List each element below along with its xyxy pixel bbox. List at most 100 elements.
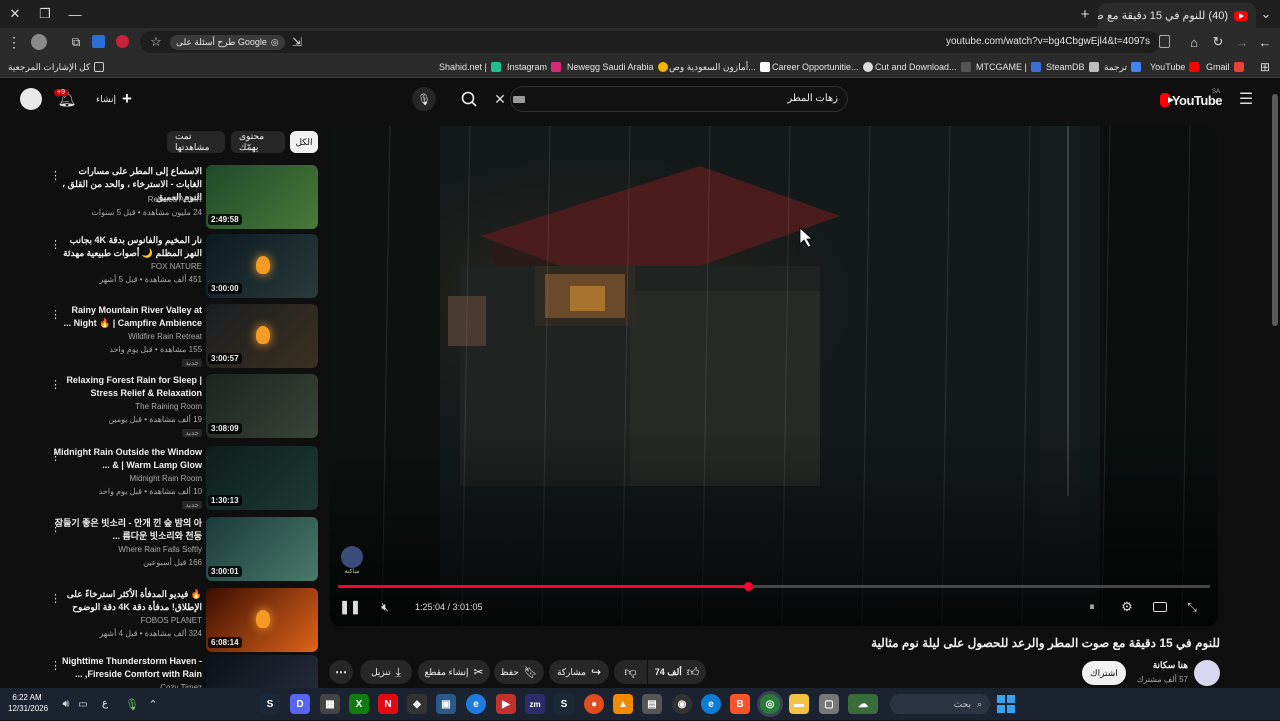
keyboard-icon[interactable] xyxy=(513,96,525,103)
subscribe-button[interactable]: اشتراك xyxy=(1082,661,1126,685)
bookmark-steamdb[interactable]: SteamDB xyxy=(1046,56,1099,78)
channel-name[interactable]: هنا سكانة xyxy=(1120,660,1188,671)
save-button[interactable]: حفظ 🔖︎ xyxy=(494,660,544,684)
channel-name[interactable]: The Raining Room xyxy=(52,402,202,411)
microphone-tray-icon[interactable]: 🎙︎ xyxy=(125,697,139,711)
forward-icon[interactable]: → xyxy=(1234,34,1250,50)
more-options-icon[interactable]: ⋮ xyxy=(50,378,61,391)
url-text[interactable]: youtube.com/watch?v=bg4CbgwEjl4&t=4097s xyxy=(900,36,1150,47)
browser-tab[interactable]: (40) للنوم في 15 دقيقة مع صوت... ✕ xyxy=(1098,3,1256,28)
extension-red-icon[interactable] xyxy=(116,35,129,48)
create-button[interactable]: إنشاء + xyxy=(96,89,132,108)
chip-all[interactable]: الكل xyxy=(290,131,318,153)
bookmark-newegg[interactable]: Newegg Saudi Arabia xyxy=(567,56,668,78)
search-input[interactable]: زهات المطر xyxy=(600,93,838,104)
dislike-button[interactable]: 👎︎ xyxy=(614,660,647,684)
extension-blue-icon[interactable] xyxy=(92,35,105,48)
like-button[interactable]: 74 ألف 👍︎ xyxy=(648,660,706,684)
fullscreen-icon[interactable]: ⤡ xyxy=(1183,598,1201,616)
vlc-taskbar-icon[interactable]: ▲ xyxy=(613,694,633,714)
bookmark-translate[interactable]: ترجمة xyxy=(1104,56,1142,78)
new-tab-button[interactable]: + xyxy=(1070,0,1100,28)
show-hidden-icons-icon[interactable]: ⌃ xyxy=(146,697,160,711)
zm-taskbar-icon[interactable]: zm xyxy=(525,694,545,714)
download-button[interactable]: تنزيل ⤓ xyxy=(360,660,412,684)
recommendation-item[interactable]: 3:00:00 نار المخيم والفانوس بدقة 4K بجانب… xyxy=(44,234,324,300)
more-options-icon[interactable]: ⋮ xyxy=(50,450,61,463)
file-explorer-taskbar-icon[interactable]: ▬ xyxy=(789,694,809,714)
network-icon[interactable]: ▭ xyxy=(76,697,90,711)
page-scrollbar[interactable] xyxy=(1270,82,1280,688)
clear-search-icon[interactable]: ✕ xyxy=(492,90,508,108)
apps-grid-icon[interactable]: ⊞ xyxy=(1258,59,1272,75)
recommendation-item[interactable]: 2:49:58 الاستماع إلى المطر على مسارات الغ… xyxy=(44,165,324,231)
share-button[interactable]: مشاركة ↪ xyxy=(549,660,609,684)
channel-name[interactable]: Where Rain Falls Softly xyxy=(52,545,202,554)
more-options-icon[interactable]: ⋮ xyxy=(50,308,61,321)
calculator-taskbar-icon[interactable]: ▦ xyxy=(320,694,340,714)
recommendation-item[interactable]: 1:30:13 Midnight Rain Outside the Window … xyxy=(44,446,324,512)
bookmark-star-icon[interactable]: ☆ xyxy=(148,34,164,50)
tab-search-icon[interactable]: ⌄ xyxy=(1252,0,1280,28)
start-button[interactable] xyxy=(997,695,1015,713)
settings-gear-icon[interactable]: ⚙ xyxy=(1118,598,1136,616)
bookmark-career[interactable]: Career Opportunitie... xyxy=(772,56,873,78)
bookmark-cut[interactable]: Cut and Download... xyxy=(875,56,971,78)
bookmark-gmail[interactable]: Gmail xyxy=(1206,56,1244,78)
video-thumbnail[interactable]: 3:00:01 xyxy=(206,517,318,581)
search-button[interactable] xyxy=(458,87,480,111)
video-thumbnail[interactable]: 3:00:00 xyxy=(206,234,318,298)
task-view-taskbar-icon[interactable]: ▢ xyxy=(819,694,839,714)
scrollbar-thumb[interactable] xyxy=(1272,94,1278,326)
input-language[interactable]: ع xyxy=(102,698,108,709)
more-options-icon[interactable]: ⋮ xyxy=(50,238,61,251)
xbox-taskbar-icon[interactable]: X xyxy=(349,694,369,714)
install-app-icon[interactable]: ⇲ xyxy=(290,34,304,50)
video-title[interactable]: Midnight Rain Outside the Window | Warm … xyxy=(52,446,202,472)
autoplay-toggle[interactable]: ⏸ xyxy=(1085,599,1099,615)
recommendation-item[interactable]: 3:00:01 잠들기 좋은 빗소리 - 안개 낀 숲 밤의 아름다운 빗소리와 … xyxy=(44,517,324,583)
app-orange-taskbar-icon[interactable]: ● xyxy=(584,694,604,714)
video-title[interactable]: Relaxing Forest Rain for Sleep | Stress … xyxy=(52,374,202,400)
app-blue-taskbar-icon[interactable]: ▣ xyxy=(436,694,456,714)
back-icon[interactable]: ← xyxy=(1257,34,1273,50)
hamburger-menu-icon[interactable]: ☰ xyxy=(1236,89,1256,109)
minimize-window-button[interactable]: — xyxy=(60,0,90,28)
taskbar-clock[interactable]: 6:22 AM 12/31/2026 xyxy=(8,692,48,714)
video-player[interactable]: ساكتة ❚❚ 🔇︎ 1:25:04 / 3:01:05 ⏸ ⚙ ⤡ xyxy=(330,126,1218,626)
edge-alt-taskbar-icon[interactable]: e xyxy=(466,694,486,714)
channel-name[interactable]: FOBOS PLANET xyxy=(52,616,202,625)
video-thumbnail[interactable]: 1:30:13 xyxy=(206,446,318,510)
profile-avatar[interactable] xyxy=(31,34,47,50)
chip-for-you[interactable]: محتوى يهمّك xyxy=(231,131,285,153)
pause-button[interactable]: ❚❚ xyxy=(339,598,361,616)
progress-bar[interactable] xyxy=(338,585,1210,588)
clip-button[interactable]: إنشاء مقطع ✂ xyxy=(418,660,490,684)
miniplayer-icon[interactable] xyxy=(1153,602,1167,612)
bookmark-shahid[interactable]: Shahid.net | xyxy=(439,56,501,78)
app-taskbar-icon[interactable]: ◆ xyxy=(407,694,427,714)
video-thumbnail[interactable]: 2:49:58 xyxy=(206,165,318,229)
more-options-icon[interactable]: ⋮ xyxy=(50,521,61,534)
speaker-icon[interactable]: 🔊︎ xyxy=(58,697,74,711)
google-lens-chip[interactable]: طرح أسئلة على Google ◎ xyxy=(170,35,285,50)
discord-taskbar-icon[interactable]: D xyxy=(290,694,310,714)
all-bookmarks[interactable]: كل الإشارات المرجعية xyxy=(8,56,105,78)
restore-window-button[interactable]: ❐ xyxy=(30,0,60,28)
channel-watermark[interactable]: ساكتة xyxy=(338,546,366,576)
account-avatar[interactable] xyxy=(20,88,42,110)
video-thumbnail[interactable]: 3:08:09 xyxy=(206,374,318,438)
channel-avatar[interactable] xyxy=(1194,660,1220,686)
channel-name[interactable]: Relaxed ASMR xyxy=(52,195,202,204)
chip-watched[interactable]: تمت مشاهدتها xyxy=(167,131,225,153)
chrome-taskbar-icon[interactable]: ◎ xyxy=(760,694,780,714)
taskbar-search-box[interactable]: بحث ⌕ xyxy=(890,694,990,714)
channel-name[interactable]: Wildfire Rain Retreat xyxy=(52,332,202,341)
more-options-icon[interactable]: ⋮ xyxy=(50,169,61,182)
more-options-icon[interactable]: ⋮ xyxy=(50,592,61,605)
video-title[interactable]: Nighttime Thunderstorm Haven - Fireside … xyxy=(52,655,202,681)
video-title[interactable]: 🔥 فيديو المدفأة الأكثر استرخاءً على الإط… xyxy=(52,588,202,614)
steam2-taskbar-icon[interactable]: S xyxy=(554,694,574,714)
close-window-button[interactable]: ✕ xyxy=(0,0,30,28)
bookmark-youtube[interactable]: YouTube xyxy=(1150,56,1200,78)
